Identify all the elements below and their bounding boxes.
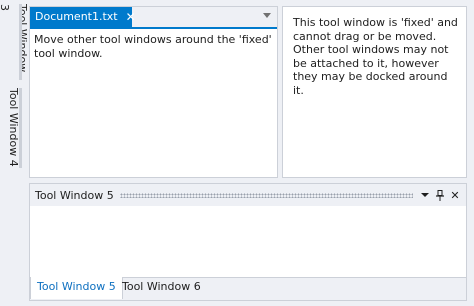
drag-grip[interactable] (119, 192, 413, 198)
side-tab-bar (19, 88, 22, 168)
document-text[interactable]: Move other tool windows around the 'fixe… (34, 33, 273, 61)
tab-tool-window-6[interactable]: Tool Window 6 (116, 277, 207, 299)
document-tabstrip: Document1.txt ✕ (30, 7, 277, 29)
document-tab-label: Document1.txt (35, 10, 118, 23)
chevron-down-icon[interactable] (263, 13, 271, 18)
side-tab-bar (19, 4, 22, 80)
tool-window-header[interactable]: Tool Window 5 ✕ (30, 184, 466, 206)
pin-icon[interactable] (434, 188, 446, 202)
caret-down-icon[interactable] (419, 188, 431, 202)
fixed-window-text: This tool window is 'fixed' and cannot d… (293, 16, 458, 97)
close-icon[interactable]: ✕ (449, 188, 461, 202)
side-tab-tool-window-4[interactable]: Tool Window 4 (4, 88, 22, 168)
tool-window-group: Tool Window 5 ✕ Tool Window 5 Tool Windo… (29, 183, 467, 301)
tab-tool-window-5[interactable]: Tool Window 5 (30, 277, 123, 299)
fixed-tool-window: This tool window is 'fixed' and cannot d… (282, 6, 467, 178)
close-icon[interactable]: ✕ (126, 7, 136, 27)
tool-window-title: Tool Window 5 (35, 188, 114, 202)
tool-window-tabstrip: Tool Window 5 Tool Window 6 (30, 277, 466, 300)
tab-document1[interactable]: Document1.txt ✕ (30, 7, 136, 27)
document-pane: Document1.txt ✕ Move other tool windows … (29, 6, 278, 178)
tool-window-body (30, 206, 466, 278)
side-tab-label: Tool Window 3 (0, 4, 29, 73)
side-tab-tool-window-3[interactable]: Tool Window 3 (0, 4, 29, 80)
